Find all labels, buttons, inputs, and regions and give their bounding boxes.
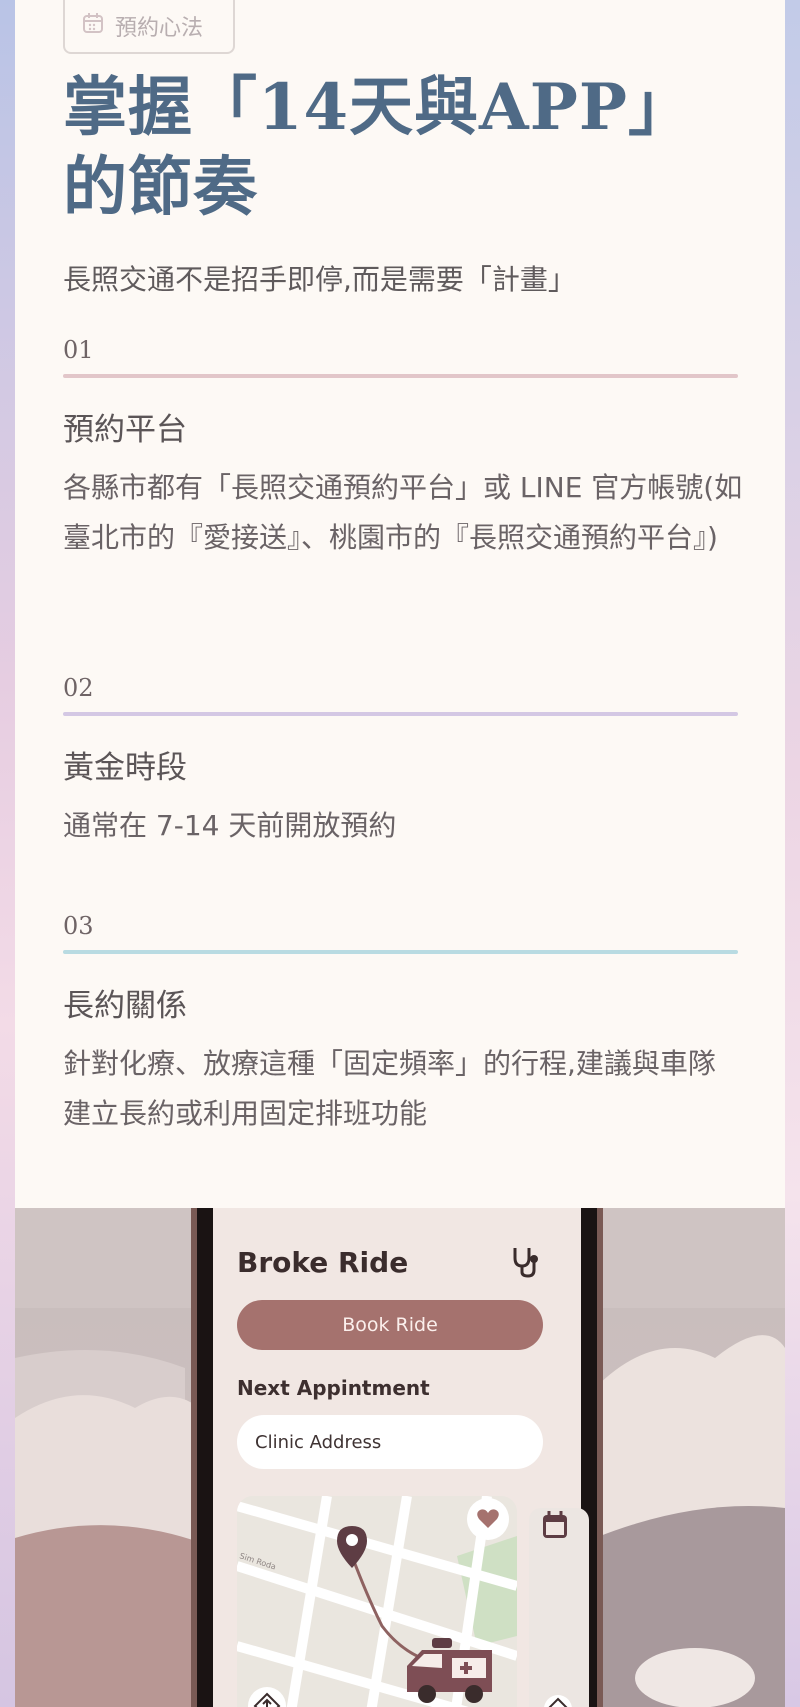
section-number: 01: [63, 336, 94, 364]
section-body: 各縣市都有「長照交通預約平台」或 LINE 官方帳號(如臺北市的『愛接送』、桃園…: [63, 471, 743, 554]
calendar-icon: [81, 11, 105, 41]
app-title: Broke Ride: [237, 1246, 409, 1279]
section-title: 預約平台: [63, 412, 187, 448]
secondary-card[interactable]: [529, 1508, 589, 1707]
section-number: 02: [63, 674, 94, 702]
calendar-icon: [541, 1510, 569, 1544]
stethoscope-icon[interactable]: [509, 1244, 541, 1282]
section-number: 03: [63, 912, 94, 940]
tag-label: 預約心法: [115, 16, 204, 41]
section-golden-time: 02 黃金時段 通常在 7-14 天前開放預約: [63, 674, 753, 851]
section-booking-platform: 01 預約平台 各縣市都有「長照交通預約平台」或 LINE 官方帳號(如臺北市的…: [63, 336, 753, 563]
page-subtitle: 長照交通不是招手即停,而是需要「計畫」: [63, 263, 576, 296]
background-right-edge: [784, 0, 800, 1707]
section-divider: [63, 950, 738, 954]
map-view[interactable]: Sim Roda: [237, 1496, 517, 1707]
section-body: 通常在 7-14 天前開放預約: [63, 809, 397, 842]
heart-icon[interactable]: [467, 1498, 509, 1544]
page-title: 掌握「14天與APP」的節奏: [63, 70, 693, 225]
section-body: 針對化療、放療這種「固定頻率」的行程,建議與車隊建立長約或利用固定排班功能: [63, 1047, 716, 1130]
section-long-term: 03 長約關係 針對化療、放療這種「固定頻率」的行程,建議與車隊建立長約或利用固…: [63, 912, 753, 1139]
book-ride-button[interactable]: Book Ride: [237, 1300, 543, 1350]
direction-icon[interactable]: [543, 1694, 573, 1707]
ambulance-icon: [402, 1636, 502, 1707]
section-divider: [63, 712, 738, 716]
direction-icon[interactable]: [247, 1686, 287, 1707]
section-title: 長約關係: [63, 988, 187, 1024]
phone-screen: Broke Ride Book Ride Next Appintment Cli…: [213, 1208, 589, 1707]
phone-mockup: Broke Ride Book Ride Next Appintment Cli…: [191, 1208, 603, 1707]
section-title: 黃金時段: [63, 750, 187, 786]
content-card: 預約心法 掌握「14天與APP」的節奏 長照交通不是招手即停,而是需要「計畫」 …: [15, 0, 785, 1707]
clinic-address-input[interactable]: Clinic Address: [237, 1415, 543, 1469]
next-appointment-label: Next Appintment: [237, 1376, 430, 1400]
section-divider: [63, 374, 738, 378]
location-pin-icon: [337, 1526, 367, 1572]
app-illustration: Broke Ride Book Ride Next Appintment Cli…: [15, 1208, 785, 1707]
category-tag: 預約心法: [63, 0, 235, 54]
